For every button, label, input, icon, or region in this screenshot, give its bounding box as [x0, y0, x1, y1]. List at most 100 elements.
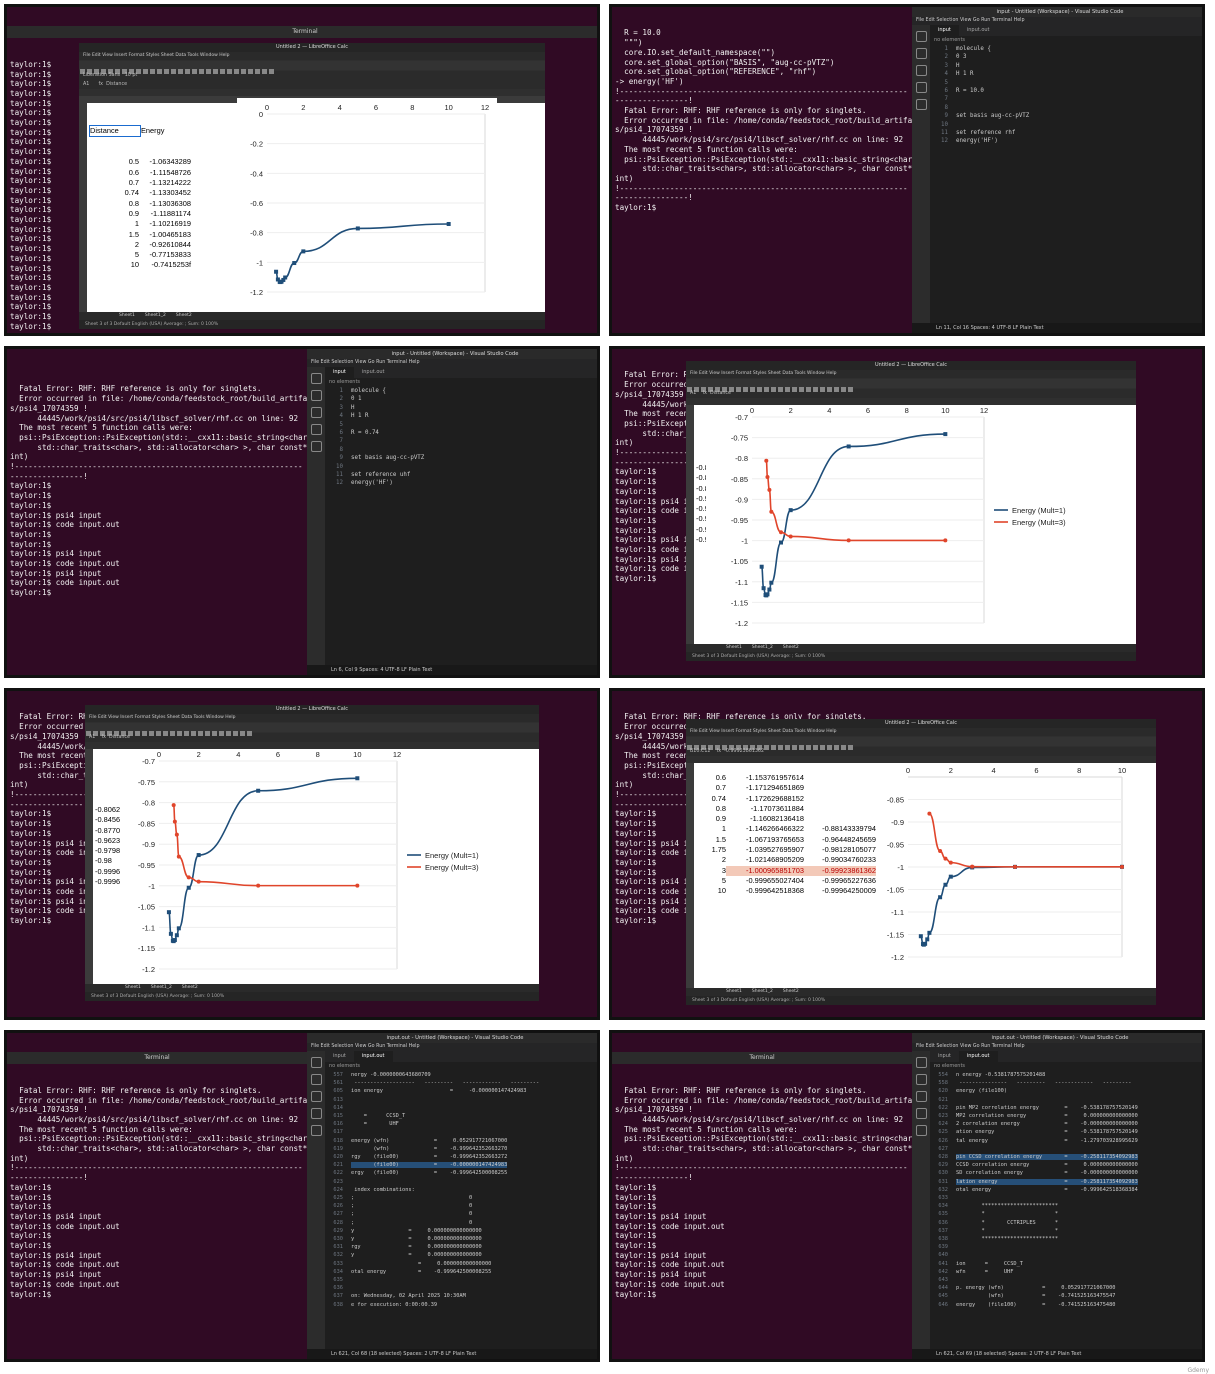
sheet-tab-1[interactable]: Sheet1 [726, 645, 742, 650]
code-line[interactable]: 3H [327, 404, 593, 412]
sheet-tab-2[interactable]: Sheet1_2 [145, 313, 166, 318]
code-line[interactable]: 637 * * [932, 1227, 1198, 1235]
table-row[interactable]: 2 -0.92610844 [89, 240, 193, 250]
tab-input[interactable]: input [325, 1051, 354, 1062]
data-point[interactable] [764, 458, 769, 463]
code-line[interactable]: 621 (file00) = -0.000000147424983 [327, 1161, 593, 1169]
code-line[interactable]: 624 2 correlation energy = -0.00000000000… [932, 1120, 1198, 1128]
data-point[interactable] [948, 860, 953, 865]
code-line[interactable]: 625 ; 0 [327, 1194, 593, 1202]
data-point[interactable] [196, 879, 201, 884]
sheet-tab-2[interactable]: Sheet1_2 [151, 985, 172, 990]
sheet-tab-1[interactable]: Sheet1 [726, 989, 742, 994]
source-control-icon[interactable] [915, 1091, 927, 1102]
code-line[interactable]: 10 [327, 463, 593, 471]
table-row[interactable]: 0.8 -1.17073611884 [696, 804, 876, 814]
cell-energy[interactable]: -1.06343289 [139, 157, 191, 167]
sheet-tab-3[interactable]: Sheet2 [176, 313, 192, 318]
tab-input-out[interactable]: input.out [959, 25, 998, 36]
cell-distance[interactable]: 1.5 [696, 835, 726, 845]
activity-bar[interactable] [912, 25, 930, 323]
code-line[interactable]: 11 set reference uhf [327, 471, 593, 479]
table-row[interactable]: 5 -0.77153833 [89, 250, 193, 260]
chart-energy-multiplicity[interactable]: 0 2 4 6 8 10 12 -0.7 -0.75 -0.8 -0.85 -0.9 -0.95 -1 -1… [706, 405, 1134, 633]
data-point[interactable] [788, 534, 793, 539]
data-point[interactable] [779, 540, 783, 545]
search-icon[interactable] [310, 390, 322, 401]
cell-energy[interactable]: -1.10216919 [139, 219, 191, 229]
editor-tabs[interactable]: input input.out [930, 1051, 1202, 1062]
cell-energy[interactable]: -1.11548726 [139, 168, 191, 178]
code-line[interactable]: 642 wfn = UHF [932, 1268, 1198, 1276]
spreadsheet-grid[interactable]: Distance Energy 0.5 -1.06343289 0.6 -1.11548… [79, 96, 545, 312]
data-point[interactable] [172, 819, 177, 824]
code-line[interactable]: 9 set basis aug-cc-pVTZ [327, 454, 593, 462]
code-line[interactable]: 636 [327, 1284, 593, 1292]
data-point[interactable] [943, 432, 948, 437]
code-line[interactable]: 635 [327, 1276, 593, 1284]
data-point[interactable] [1120, 864, 1124, 869]
cell-energy-mult3[interactable]: -0.99964250009 [804, 886, 876, 896]
cell-distance[interactable]: 0.9 [89, 209, 139, 219]
calc-menu[interactable]: File Edit View Insert Format Styles Shee… [686, 370, 1136, 378]
cell-distance[interactable]: 1 [696, 824, 726, 834]
code-line[interactable]: 628 ; 0 [327, 1219, 593, 1227]
cell-energy-mult3[interactable]: -0.8062 [95, 805, 120, 815]
data-point[interactable] [765, 474, 770, 479]
font-size[interactable]: 10 pt [125, 73, 138, 78]
cell-energy-mult3[interactable]: -0.88143339794 [804, 824, 876, 834]
table-row[interactable]: 0.9 -1.11881174 [89, 209, 193, 219]
code-line[interactable]: 616 = UHF [327, 1120, 593, 1128]
cell-distance[interactable]: 5 [89, 250, 139, 260]
editor-tabs[interactable]: input input.out [930, 25, 1202, 36]
sheet-tab-2[interactable]: Sheet1_2 [752, 989, 773, 994]
cell-reference[interactable]: A1 [83, 82, 89, 87]
data-point[interactable] [168, 931, 173, 936]
data-point[interactable] [1013, 864, 1017, 869]
data-point[interactable] [186, 885, 191, 890]
sheet-tabs[interactable]: Sheet1 Sheet1_2 Sheet2 [79, 312, 545, 320]
vscode-window[interactable]: input.out - Untitled (Workspace) - Visua… [912, 1033, 1202, 1359]
data-point[interactable] [174, 832, 179, 837]
run-icon[interactable] [310, 424, 322, 435]
code-line[interactable]: 631 lation energy = -0.258117354092983 [932, 1178, 1198, 1186]
cell-distance[interactable]: 1.5 [89, 230, 139, 240]
code-line[interactable]: 615 = CCSD_T [327, 1112, 593, 1120]
code-line[interactable]: 3H [932, 62, 1198, 70]
run-icon[interactable] [915, 82, 927, 93]
calc-menu[interactable]: File Edit View Insert Format Styles Shee… [686, 728, 1156, 736]
sheet-tabs[interactable]: Sheet1 Sheet1_2 Sheet2 [686, 644, 1136, 652]
formula-input[interactable]: Distance [710, 391, 731, 396]
tab-input-out[interactable]: input.out [958, 1051, 998, 1062]
source-control-icon[interactable] [915, 65, 927, 76]
header-distance[interactable]: Distance [89, 124, 141, 137]
vscode-window[interactable]: input.out - Untitled (Workspace) - Visua… [307, 1033, 597, 1359]
data-point[interactable] [779, 530, 783, 535]
code-line[interactable]: 645 (wfn) = -0.741525163475547 [932, 1292, 1198, 1300]
code-line[interactable]: 637 on: Wednesday, 02 April 2025 10:30AM [327, 1292, 593, 1300]
code-line[interactable]: 7 [932, 95, 1198, 103]
code-line[interactable]: 622 ergy (file00) = -0.999642500008255 [327, 1169, 593, 1177]
cell-energy-mult3[interactable]: -0.8456 [95, 815, 120, 825]
sheet-tabs[interactable]: Sheet1 Sheet1_2 Sheet2 [686, 988, 1156, 996]
data-point[interactable] [256, 883, 261, 888]
libreoffice-calc-window[interactable]: Untitled 2 — LibreOffice Calc File Edit … [686, 719, 1156, 1005]
cell-energy-mult1[interactable]: -1.17073611884 [726, 804, 804, 814]
sheet-tab-3[interactable]: Sheet2 [182, 985, 198, 990]
code-line[interactable]: 640 [932, 1251, 1198, 1259]
cell-distance[interactable]: 0.5 [89, 157, 139, 167]
data-point[interactable] [292, 261, 297, 266]
code-line[interactable]: 1 molecule { [327, 387, 593, 395]
code-editor[interactable]: 557 nergy -0.0000000643680709 561 --------… [327, 1071, 593, 1309]
table-row[interactable]: 3 -1.000965851703 -0.99923861362 [696, 865, 876, 876]
sheet-tab-3[interactable]: Sheet2 [783, 989, 799, 994]
code-line[interactable]: 619 (wfn) = -0.999642352663270 [327, 1145, 593, 1153]
font-bar[interactable]: Liberation Sans 10 pt [79, 71, 545, 80]
cell-energy-mult3[interactable]: -0.96448245659 [804, 835, 876, 845]
data-point[interactable] [846, 444, 851, 449]
libreoffice-calc-window[interactable]: Untitled 2 — LibreOffice Calc File Edit … [686, 361, 1136, 661]
formula-bar[interactable]: A1 fx Distance [79, 80, 545, 89]
code-line[interactable]: 630 y = 0.000000000000000 [327, 1235, 593, 1243]
cell-distance[interactable]: 1.75 [696, 845, 726, 855]
code-line[interactable]: 631 rgy = 0.000000000000000 [327, 1243, 593, 1251]
